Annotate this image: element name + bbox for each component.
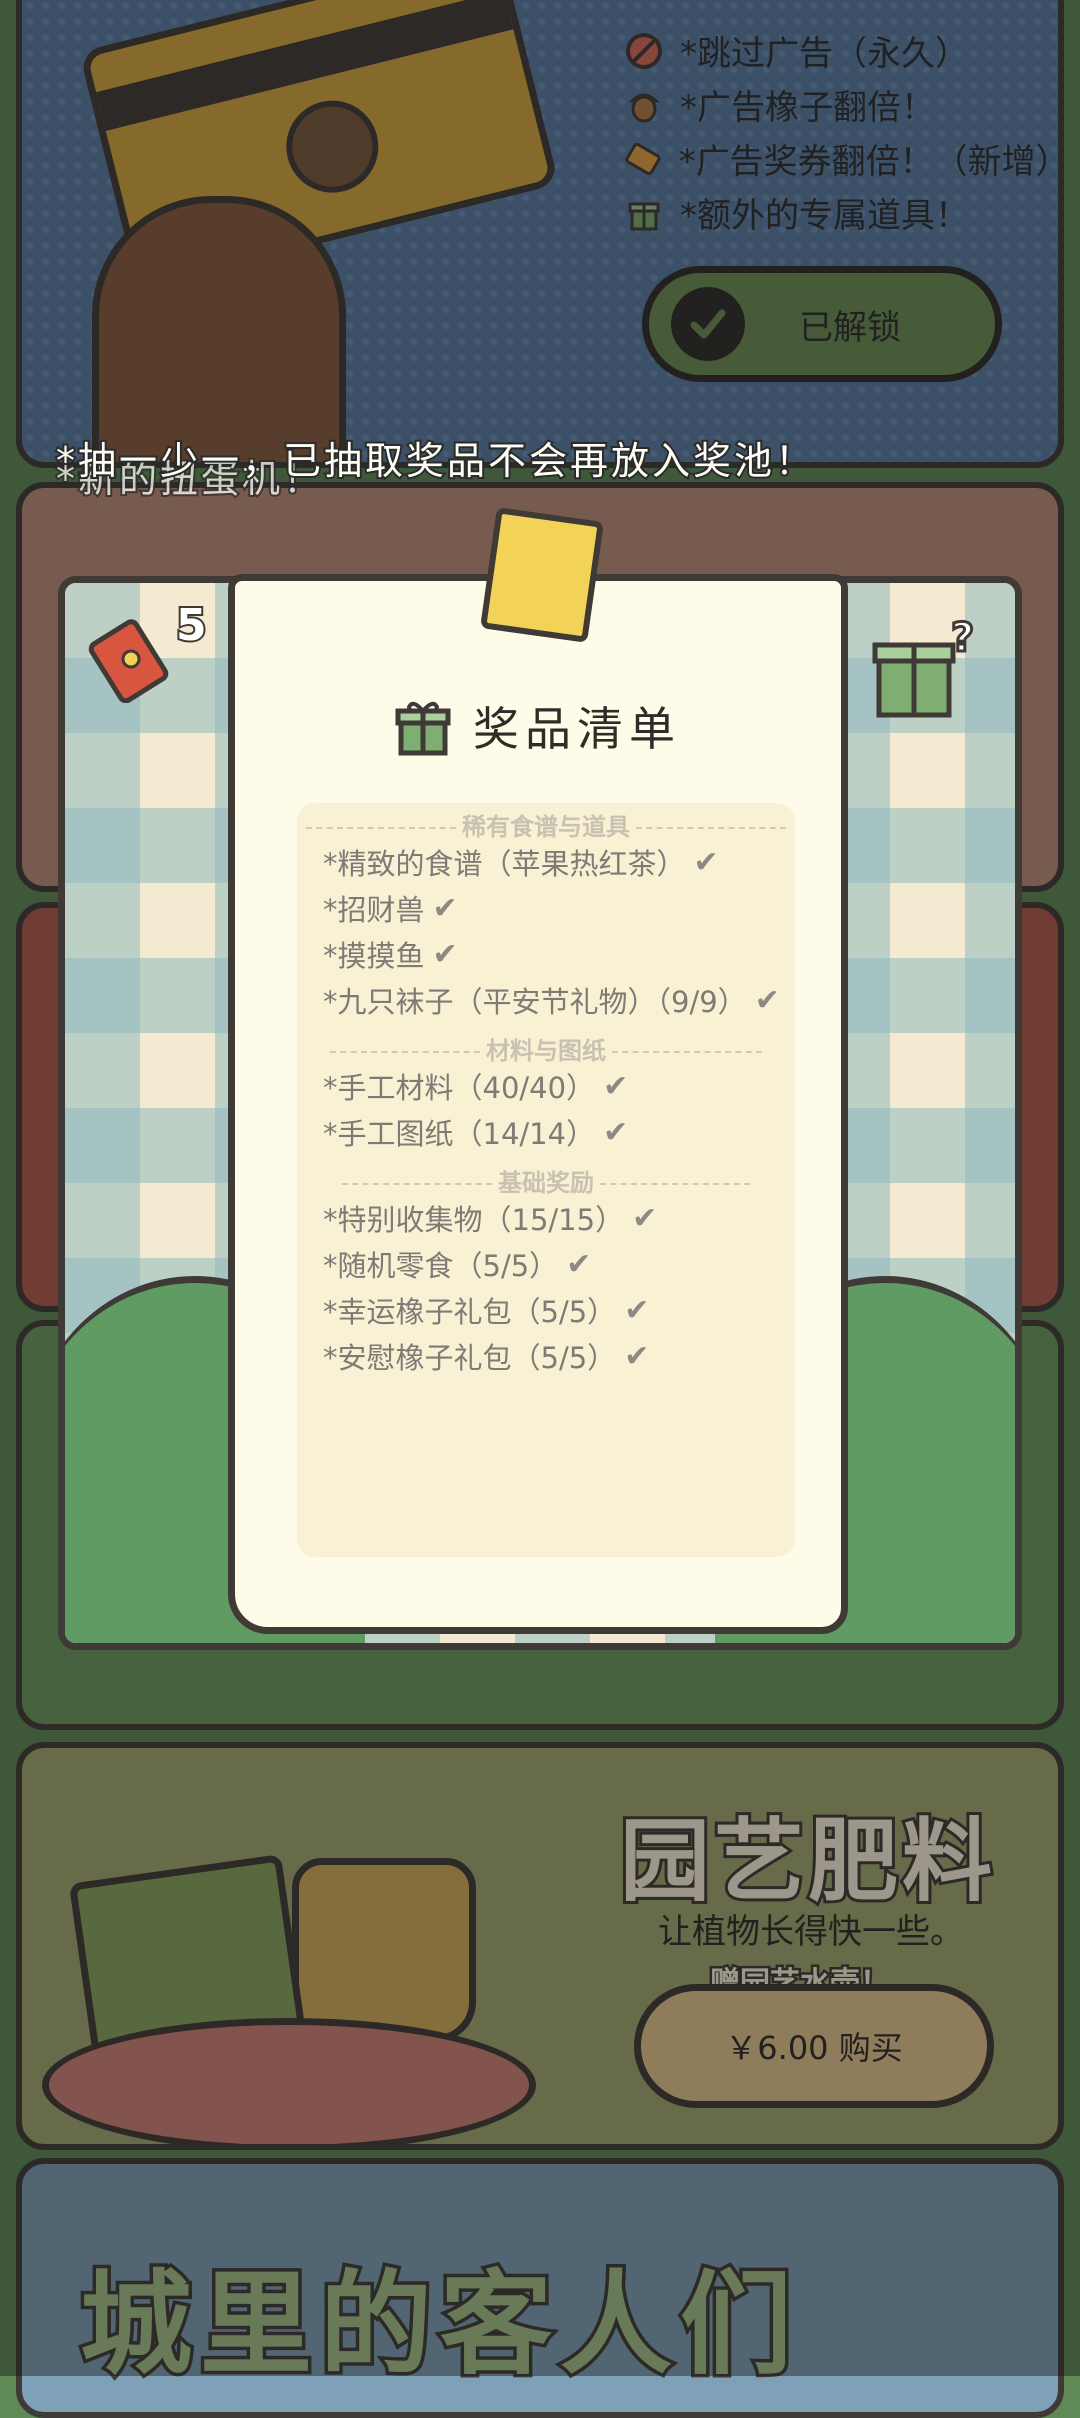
acorn-icon (622, 83, 666, 127)
list-item: *招财兽 ✔ (323, 890, 458, 928)
perk-exclusive-items: *额外的专属道具！ (622, 188, 969, 237)
watering-can-illustration (292, 1858, 476, 2042)
list-item: *九只袜子（平安节礼物）（9/9） ✔ (323, 982, 780, 1020)
ticket-icon (85, 613, 175, 704)
vip-card-panel: *跳过广告（永久） *广告橡子翻倍！ *广告奖券翻倍！（新增） *额外的专属道具… (16, 0, 1064, 468)
check-icon: ✔ (624, 1338, 650, 1374)
section-header: 基础奖励 (297, 1163, 795, 1198)
list-item: *特别收集物（15/15） ✔ (323, 1200, 658, 1238)
gift-icon (622, 191, 666, 235)
gacha-hint: *抽一少一，已抽取奖品不会再放入奖池！ (54, 437, 817, 485)
check-icon: ✔ (603, 1068, 629, 1104)
mystery-gift-icon: ? (865, 613, 976, 723)
gift-icon (395, 697, 451, 768)
list-item: *安慰橡子礼包（5/5） ✔ (323, 1338, 650, 1376)
table-illustration (42, 2018, 536, 2144)
acorn-icon (276, 90, 389, 203)
popup-title: 奖品清单 (235, 693, 841, 768)
check-icon: ✔ (693, 844, 719, 880)
squirrel-paw-illustration (92, 196, 346, 462)
check-icon (671, 287, 745, 361)
check-icon: ✔ (632, 1200, 658, 1236)
prize-list-popup: 奖品清单 稀有食谱与道具 *精致的食谱（苹果热红茶） ✔ *招财兽 ✔ *摸摸鱼 ✔ … (228, 574, 848, 1634)
perk-acorn-double: *广告橡子翻倍！ (622, 80, 935, 129)
check-icon: ✔ (603, 1114, 629, 1150)
check-icon: ✔ (432, 890, 458, 926)
fertilizer-panel: 园艺肥料 让植物长得快一些。 赠园艺水壶！ ￥6.00 购买 (16, 1742, 1064, 2150)
guests-title: 城里的客人们 (77, 2257, 800, 2394)
perk-ticket-double: *广告奖券翻倍！（新增） (622, 134, 1058, 183)
fertilizer-title: 园艺肥料 (617, 1806, 996, 1917)
list-item: *手工图纸（14/14） ✔ (323, 1114, 629, 1152)
prize-list[interactable]: 稀有食谱与道具 *精致的食谱（苹果热红茶） ✔ *招财兽 ✔ *摸摸鱼 ✔ *九只袜子… (297, 803, 795, 1557)
tape-decoration (480, 507, 604, 643)
ticket-count: 5 (174, 598, 209, 653)
check-icon: ✔ (566, 1246, 592, 1282)
list-item: *精致的食谱（苹果热红茶） ✔ (323, 844, 719, 882)
ticket-icon (622, 137, 665, 181)
svg-text:?: ? (951, 615, 974, 661)
check-icon: ✔ (432, 936, 458, 972)
list-item: *随机零食（5/5） ✔ (323, 1246, 592, 1284)
check-icon: ✔ (624, 1292, 650, 1328)
list-item: *幸运橡子礼包（5/5） ✔ (323, 1292, 650, 1330)
buy-button[interactable]: ￥6.00 购买 (634, 1984, 994, 2108)
list-item: *摸摸鱼 ✔ (323, 936, 458, 974)
section-header: 材料与图纸 (297, 1031, 795, 1066)
guests-panel: 城里的客人们 (16, 2158, 1064, 2418)
no-ads-icon (622, 29, 666, 73)
perk-skip-ads: *跳过广告（永久） (622, 26, 969, 75)
list-item: *手工材料（40/40） ✔ (323, 1068, 629, 1106)
fertilizer-description: 让植物长得快一些。 (658, 1912, 964, 1952)
check-icon: ✔ (754, 982, 780, 1018)
unlocked-button[interactable]: 已解锁 (642, 266, 1002, 382)
section-header: 稀有食谱与道具 (297, 807, 795, 842)
